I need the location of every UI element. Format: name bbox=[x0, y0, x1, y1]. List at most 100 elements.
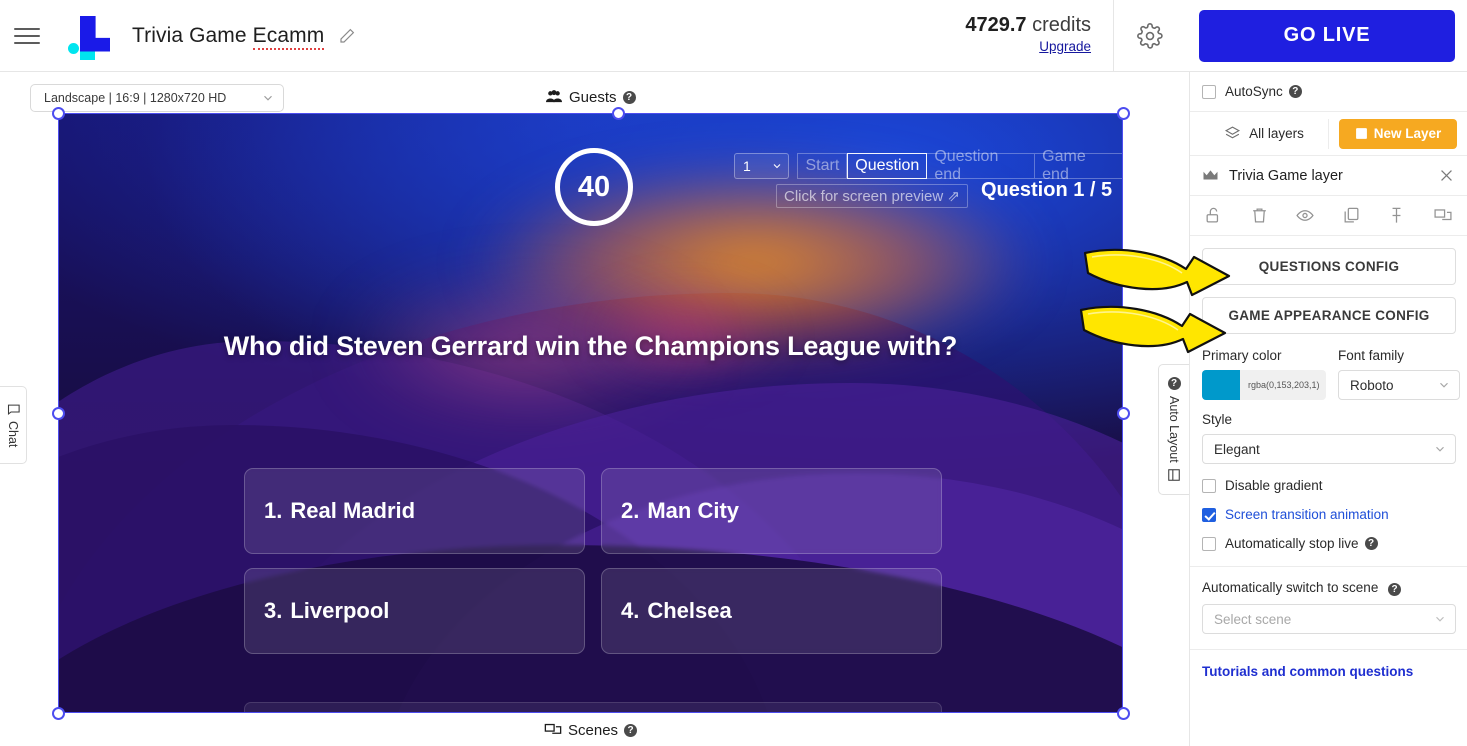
color-font-row: Primary color rgba(0,153,203,1) Font fam… bbox=[1190, 334, 1467, 400]
answer-text: Chelsea bbox=[647, 598, 732, 623]
answer-option[interactable]: 4. Chelsea bbox=[601, 568, 942, 654]
chevron-down-icon bbox=[264, 95, 272, 101]
answer-text: Real Madrid bbox=[290, 498, 416, 523]
chat-panel-toggle[interactable]: Chat bbox=[0, 386, 27, 464]
copy-icon[interactable] bbox=[1342, 206, 1361, 225]
help-icon[interactable]: ? bbox=[622, 90, 636, 104]
layer-title: Trivia Game layer bbox=[1229, 167, 1343, 184]
aspect-ratio-select[interactable]: Landscape | 16:9 | 1280x720 HD bbox=[30, 84, 284, 112]
upgrade-link[interactable]: Upgrade bbox=[1039, 39, 1091, 55]
help-icon[interactable]: ? bbox=[624, 723, 638, 737]
auto-stop-live-checkbox[interactable] bbox=[1202, 536, 1216, 551]
segment-start[interactable]: Start bbox=[797, 153, 848, 179]
trash-icon[interactable] bbox=[1250, 206, 1269, 225]
settings-button[interactable] bbox=[1113, 0, 1185, 71]
tutorials-link[interactable]: Tutorials and common questions bbox=[1190, 650, 1467, 679]
autosync-checkbox[interactable] bbox=[1202, 84, 1216, 99]
style-value: Elegant bbox=[1214, 441, 1260, 457]
help-icon[interactable]: ? bbox=[1167, 376, 1181, 390]
style-field: Style Elegant bbox=[1190, 400, 1467, 464]
aspect-ratio-value: Landscape | 16:9 | 1280x720 HD bbox=[44, 91, 227, 105]
font-family-select[interactable]: Roboto bbox=[1338, 370, 1460, 400]
question-number-value: 1 bbox=[743, 158, 751, 174]
primary-color-picker[interactable]: rgba(0,153,203,1) bbox=[1202, 370, 1326, 400]
question-counter: Question 1 / 5 bbox=[981, 179, 1113, 201]
primary-color-field: Primary color rgba(0,153,203,1) bbox=[1202, 348, 1326, 400]
hamburger-menu-icon[interactable] bbox=[14, 21, 44, 51]
color-swatch bbox=[1202, 370, 1240, 400]
question-number-select[interactable]: 1 bbox=[734, 153, 790, 179]
new-layer-button[interactable]: New Layer bbox=[1339, 118, 1457, 149]
resize-handle-middle-left[interactable] bbox=[52, 407, 65, 420]
segment-game-end[interactable]: Game end bbox=[1035, 148, 1123, 183]
scenes-button[interactable]: Scenes ? bbox=[532, 715, 650, 745]
style-select[interactable]: Elegant bbox=[1202, 434, 1456, 464]
chat-bubble-icon bbox=[7, 404, 20, 416]
close-icon[interactable] bbox=[1438, 167, 1455, 184]
credits-text: 4729.7 credits bbox=[965, 14, 1091, 37]
disable-gradient-checkbox[interactable] bbox=[1202, 478, 1216, 493]
credits-block: 4729.7 credits Upgrade bbox=[965, 14, 1113, 56]
game-appearance-config-button[interactable]: GAME APPEARANCE CONFIG bbox=[1202, 297, 1456, 334]
plus-square-icon bbox=[1355, 128, 1367, 139]
questions-config-button[interactable]: QUESTIONS CONFIG bbox=[1202, 248, 1456, 285]
layout-icon bbox=[1168, 469, 1180, 482]
people-icon bbox=[546, 90, 562, 103]
all-layers-button[interactable]: All layers bbox=[1200, 118, 1329, 149]
guests-button[interactable]: Guests ? bbox=[533, 82, 648, 112]
segment-question[interactable]: Question bbox=[847, 153, 928, 179]
countdown-timer: 40 bbox=[555, 148, 633, 226]
resize-handle-bottom-left[interactable] bbox=[52, 707, 65, 720]
instructions-bar: Comment 1,2,3 or 4 + answer text to answ… bbox=[244, 702, 942, 713]
pin-icon[interactable] bbox=[1387, 206, 1406, 225]
answer-number: 2. bbox=[621, 498, 640, 523]
resize-handle-bottom-right[interactable] bbox=[1117, 707, 1130, 720]
help-icon[interactable]: ? bbox=[1288, 85, 1302, 98]
gear-icon bbox=[1136, 22, 1163, 49]
autosync-row: AutoSync ? bbox=[1190, 72, 1467, 112]
page-title: Trivia Game Ecamm bbox=[132, 23, 325, 50]
answer-options: 1. Real Madrid 2. Man City 3. Liverpool … bbox=[244, 468, 942, 654]
answer-number: 4. bbox=[621, 598, 640, 623]
resize-handle-top-center[interactable] bbox=[612, 107, 625, 120]
resize-handle-top-right[interactable] bbox=[1117, 107, 1130, 120]
help-icon[interactable]: ? bbox=[1388, 583, 1402, 596]
game-preview-stage[interactable]: 40 1 Start Question Question end Game en… bbox=[58, 113, 1123, 713]
answer-option[interactable]: 2. Man City bbox=[601, 468, 942, 554]
right-panel: AutoSync ? All layers New Layer Trivia G… bbox=[1189, 72, 1467, 746]
all-layers-label: All layers bbox=[1249, 126, 1304, 141]
scenes-icon bbox=[544, 723, 562, 734]
top-bar: Trivia Game Ecamm 4729.7 credits Upgrade… bbox=[0, 0, 1467, 72]
answer-option[interactable]: 3. Liverpool bbox=[244, 568, 585, 654]
screen-transition-row: Screen transition animation bbox=[1190, 493, 1467, 522]
auto-layout-label: Auto Layout bbox=[1167, 395, 1181, 463]
crown-icon bbox=[1203, 169, 1218, 179]
answer-number: 1. bbox=[264, 498, 283, 523]
canvas-workspace: Landscape | 16:9 | 1280x720 HD Guests ? … bbox=[27, 72, 1189, 746]
font-family-value: Roboto bbox=[1350, 377, 1394, 393]
auto-layout-toggle[interactable]: ? Auto Layout bbox=[1158, 364, 1189, 495]
pencil-icon[interactable] bbox=[338, 27, 356, 45]
go-live-button[interactable]: GO LIVE bbox=[1199, 9, 1455, 62]
screen-preview-hint[interactable]: Click for screen preview ⇗ bbox=[776, 184, 968, 208]
primary-color-label: Primary color bbox=[1202, 348, 1282, 363]
screen-transition-checkbox[interactable] bbox=[1202, 507, 1216, 522]
credits-unit: credits bbox=[1026, 14, 1091, 37]
scene-select[interactable]: Select scene bbox=[1202, 604, 1456, 634]
resize-handle-top-left[interactable] bbox=[52, 107, 65, 120]
unlock-icon[interactable] bbox=[1204, 206, 1223, 225]
scene-placeholder: Select scene bbox=[1214, 611, 1292, 627]
layer-header: Trivia Game layer bbox=[1190, 156, 1467, 196]
layers-stack-icon bbox=[1225, 126, 1241, 139]
credits-value: 4729.7 bbox=[965, 14, 1027, 37]
answer-option[interactable]: 1. Real Madrid bbox=[244, 468, 585, 554]
autosync-label: AutoSync bbox=[1225, 84, 1283, 99]
scenes-label: Scenes bbox=[568, 721, 619, 739]
duplicate-screen-icon[interactable] bbox=[1433, 206, 1453, 225]
resize-handle-middle-right[interactable] bbox=[1117, 407, 1130, 420]
chevron-down-icon bbox=[1440, 382, 1448, 388]
eye-icon[interactable] bbox=[1295, 206, 1315, 225]
segment-question-end[interactable]: Question end bbox=[927, 148, 1036, 183]
help-icon[interactable]: ? bbox=[1364, 537, 1378, 550]
style-label: Style bbox=[1202, 412, 1233, 427]
